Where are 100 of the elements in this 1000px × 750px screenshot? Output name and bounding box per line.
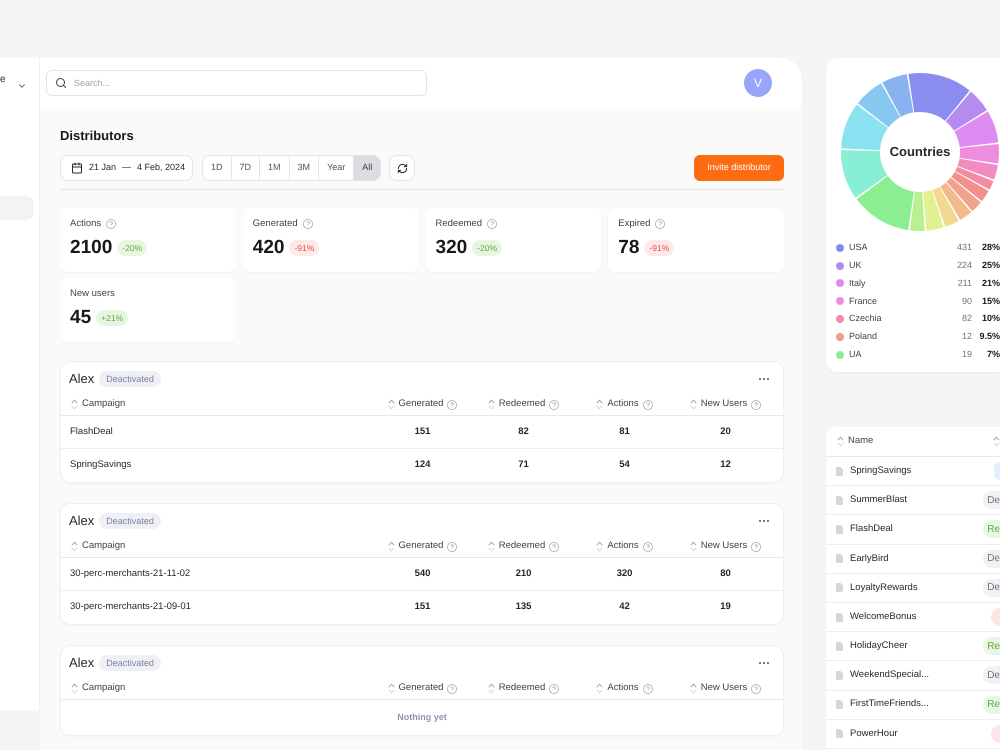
legend-share: 28%: [980, 241, 1000, 254]
legend-share: 10%: [980, 312, 1000, 326]
sort-icon: [837, 436, 844, 447]
campaign-name: WelcomeBonus: [850, 610, 916, 624]
status-badge: De: [983, 491, 1000, 510]
table-cell-text: 42: [619, 600, 630, 614]
sort-icon: [488, 399, 495, 410]
table-cell-text: FlashDeal: [69, 424, 113, 439]
file-icon: [836, 612, 843, 622]
column-header[interactable]: Campaign: [71, 539, 126, 554]
campaign-name: SummerBlast: [850, 493, 908, 508]
column-header[interactable]: Actions: [596, 397, 653, 412]
sort-icon: [388, 399, 395, 410]
table-cell-text: 151: [414, 600, 430, 614]
column-header[interactable]: Name: [837, 434, 874, 449]
legend-label: UA: [849, 348, 862, 361]
table-cell-text: 151: [414, 424, 430, 439]
table-cell-text: 54: [619, 458, 630, 472]
campaign-name: HolidayCheer: [850, 639, 908, 654]
calendar-icon: [71, 162, 83, 174]
distributor-name: Alex: [69, 370, 94, 388]
column-header[interactable]: Generated: [388, 539, 458, 554]
campaign-name: PowerHour: [850, 726, 898, 741]
column-header[interactable]: Redeemed: [488, 681, 560, 696]
column-header[interactable]: Actions: [596, 681, 653, 696]
column-header[interactable]: Generated: [388, 681, 458, 696]
table-cell-text: 80: [720, 566, 731, 581]
refresh-button[interactable]: [389, 155, 416, 181]
column-header[interactable]: Redeemed: [488, 539, 560, 554]
file-icon: [836, 554, 843, 564]
distributor-name: Alex: [69, 654, 94, 672]
legend-share: 25%: [980, 258, 1000, 272]
column-header[interactable]: Actions: [596, 539, 653, 554]
column-header[interactable]: New Users: [690, 397, 762, 412]
refresh-icon: [396, 162, 408, 174]
file-icon: [836, 729, 843, 738]
legend-label: Italy: [849, 276, 866, 290]
status-badge: Deactivated: [99, 371, 161, 387]
page-title: Distributors: [60, 127, 134, 145]
table-cell-text: 19: [720, 600, 731, 614]
sort-icon: [71, 399, 78, 410]
legend-label: Poland: [849, 330, 878, 344]
search-field[interactable]: Search...: [46, 70, 427, 96]
search-icon: [55, 77, 67, 89]
legend-share: 9.5%: [978, 330, 1000, 344]
change-badge: -20%: [472, 240, 502, 256]
table-cell-text: 71: [518, 458, 529, 472]
table-cell-text: 20: [720, 424, 731, 439]
sort-icon: [388, 541, 395, 552]
status-badge: Re: [983, 637, 1000, 656]
distributor-name: Alex: [69, 512, 94, 530]
sort-icon: [488, 541, 495, 552]
column-header[interactable]: New Users: [690, 539, 762, 554]
file-icon: [836, 496, 843, 505]
table-cell-text: 320: [616, 566, 632, 581]
legend-count: 19: [962, 348, 972, 361]
table-cell-text: 30-perc-merchants-21-09-01: [69, 600, 191, 614]
column-header[interactable]: Generated: [388, 397, 458, 412]
table-cell-text: SpringSavings: [69, 458, 132, 472]
stat-label: Redeemed: [436, 216, 482, 231]
sort-icon: [388, 683, 395, 694]
column-header[interactable]: Redeemed: [488, 397, 560, 412]
legend-share: 21%: [980, 276, 1000, 290]
stat-value: 320: [436, 236, 468, 260]
column-header[interactable]: New Users: [690, 681, 762, 696]
legend-count: 12: [962, 330, 972, 344]
status-badge: Re: [983, 520, 1000, 538]
status-badge: [991, 724, 1000, 743]
empty-state-text: Nothing yet: [397, 710, 447, 724]
stat-value: 78: [618, 236, 640, 260]
legend-label: USA: [849, 241, 868, 254]
table-cell-text: 82: [518, 424, 529, 439]
sort-icon: [71, 541, 78, 552]
table-cell-text: 81: [619, 424, 630, 439]
stat-label: Generated: [252, 216, 298, 231]
column-header[interactable]: Campaign: [71, 681, 126, 696]
legend-share: 7%: [986, 348, 1000, 361]
legend-count: 431: [956, 241, 972, 254]
legend-count: 211: [958, 276, 972, 290]
legend-label: France: [849, 294, 878, 308]
table-cell-text: 135: [516, 600, 532, 614]
sort-icon: [596, 399, 604, 410]
sort-icon: [690, 541, 697, 552]
table-cell-text: 30-perc-merchants-21-11-02: [69, 566, 190, 581]
stat-label: Actions: [70, 216, 102, 231]
file-icon: [836, 670, 843, 680]
sort-icon: [690, 399, 697, 410]
status-badge: [991, 608, 1000, 626]
campaign-name: FlashDeal: [850, 522, 893, 536]
sort-icon: [596, 683, 604, 694]
status-badge: Re: [983, 696, 1000, 714]
sort-icon: [596, 541, 604, 552]
status-badge: [994, 462, 1000, 480]
change-badge: -91%: [289, 240, 320, 256]
period-tab[interactable]: All: [353, 156, 380, 180]
stat-value: 2100: [70, 236, 112, 260]
file-icon: [836, 700, 843, 710]
campaign-name: WeekendSpecial...: [850, 668, 930, 682]
column-header[interactable]: Campaign: [71, 397, 126, 412]
date-range-button[interactable]: 21 Jan — 4 Feb, 2024: [60, 155, 193, 181]
